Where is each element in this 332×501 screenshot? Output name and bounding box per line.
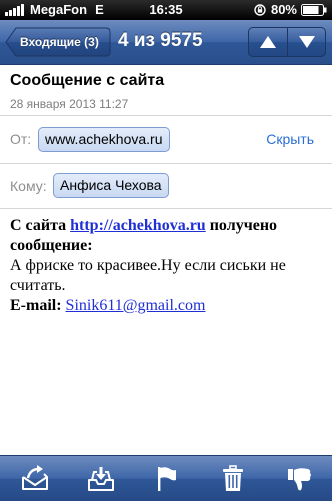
to-label: Кому: bbox=[10, 178, 47, 194]
archive-button[interactable] bbox=[86, 464, 116, 494]
message-date: 28 января 2013 11:27 bbox=[10, 97, 129, 111]
hide-details-link[interactable]: Скрыть bbox=[266, 131, 314, 147]
reply-button[interactable] bbox=[284, 464, 314, 494]
navigation-bar: Входящие (3) 4 из 9575 bbox=[0, 20, 332, 65]
message-navigation-control bbox=[248, 27, 326, 57]
previous-message-button[interactable] bbox=[249, 28, 288, 56]
message-position-title: 4 из 9575 bbox=[118, 30, 203, 51]
site-link[interactable]: http://achekhova.ru bbox=[70, 217, 206, 234]
battery-icon bbox=[301, 3, 327, 16]
arrow-up-icon bbox=[260, 36, 276, 48]
from-label: От: bbox=[10, 131, 32, 147]
delete-button[interactable] bbox=[218, 464, 248, 494]
message-subject: Сообщение с сайта bbox=[10, 72, 165, 89]
flag-icon bbox=[158, 467, 176, 491]
body-email-line: E-mail: Sinik611@gmail.com bbox=[10, 296, 324, 316]
from-row: От: www.achekhova.ru Скрыть bbox=[0, 116, 332, 164]
arrow-down-icon bbox=[299, 36, 315, 48]
inbox-tray-icon bbox=[88, 467, 114, 491]
move-button[interactable] bbox=[20, 464, 50, 494]
email-link[interactable]: Sinik611@gmail.com bbox=[66, 297, 206, 314]
back-button-label: Входящие (3) bbox=[20, 35, 99, 49]
battery-percent: 80% bbox=[270, 2, 297, 17]
body-intro-prefix: С сайта bbox=[10, 217, 71, 234]
message-header: Сообщение с сайта 28 января 2013 11:27 bbox=[0, 65, 332, 116]
body-text: А фриске то красивее.Ну если сиськи не с… bbox=[10, 257, 286, 294]
move-folder-icon bbox=[22, 465, 48, 490]
email-label: E-mail: bbox=[10, 297, 66, 314]
bottom-toolbar bbox=[0, 455, 332, 501]
back-to-inbox-button[interactable]: Входящие (3) bbox=[5, 27, 111, 57]
message-body: С сайта http://achekhova.ru получено соо… bbox=[10, 216, 324, 316]
reply-icon bbox=[288, 468, 311, 491]
body-intro: С сайта http://achekhova.ru получено соо… bbox=[10, 216, 324, 256]
status-right: 80% bbox=[254, 2, 327, 17]
recipient-name[interactable]: Анфиса Чехова bbox=[53, 173, 169, 198]
status-bar: MegaFon E 16:35 80% bbox=[0, 0, 332, 20]
next-message-button[interactable] bbox=[288, 28, 325, 56]
rotation-lock-icon bbox=[254, 3, 266, 16]
to-row: Кому: Анфиса Чехова bbox=[0, 164, 332, 209]
sender-address[interactable]: www.achekhova.ru bbox=[38, 127, 170, 152]
flag-button[interactable] bbox=[150, 464, 180, 494]
trash-icon bbox=[223, 465, 243, 491]
